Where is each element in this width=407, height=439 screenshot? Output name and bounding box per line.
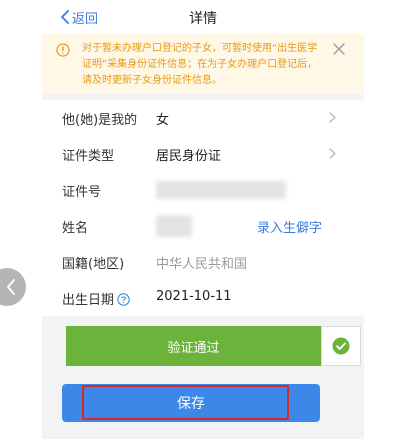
- nationality-label: 国籍(地区): [62, 257, 125, 272]
- birth-date-row[interactable]: 出生日期 2021-10-11: [42, 280, 364, 316]
- app-screen: 返回 详情 对于暂未办理户口登记的子女，可暂时使用“出生医学证明”采集身份证件信…: [42, 0, 364, 439]
- name-row[interactable]: 姓名 录入生僻字: [42, 208, 364, 244]
- name-redacted: [156, 215, 192, 237]
- notice-text: 对于暂未办理户口登记的子女，可暂时使用“出生医学证明”采集身份证件信息；在为子女…: [82, 43, 318, 86]
- verify-status-bar: 验证通过: [66, 326, 321, 366]
- relation-row[interactable]: 他(她)是我的 女: [42, 100, 364, 136]
- birth-date-label-group: 出生日期: [62, 289, 130, 308]
- save-button[interactable]: 保存: [62, 384, 320, 422]
- chevron-left-icon: [7, 279, 15, 295]
- id-type-label: 证件类型: [62, 149, 115, 164]
- id-type-row[interactable]: 证件类型 居民身份证: [42, 136, 364, 172]
- navigation-bar: 返回 详情: [42, 0, 364, 35]
- id-number-redacted: [156, 181, 286, 199]
- name-label: 姓名: [62, 221, 89, 236]
- enter-rare-character-link[interactable]: 录入生僻字: [257, 217, 322, 236]
- nationality-row: 国籍(地区) 中华人民共和国: [42, 244, 364, 280]
- side-nav-button[interactable]: [0, 268, 26, 306]
- verify-status-label: 验证通过: [167, 340, 220, 356]
- check-circle-icon: [332, 337, 350, 355]
- chevron-right-icon: [329, 112, 336, 123]
- id-number-label: 证件号: [62, 185, 102, 200]
- page-title: 详情: [189, 11, 217, 27]
- chevron-right-icon: [329, 148, 336, 159]
- verify-check-box: [321, 326, 361, 366]
- notice-banner: 对于暂未办理户口登记的子女，可暂时使用“出生医学证明”采集身份证件信息；在为子女…: [42, 34, 364, 94]
- id-number-row[interactable]: 证件号: [42, 172, 364, 208]
- nationality-value: 中华人民共和国: [156, 257, 248, 272]
- relation-value: 女: [156, 113, 170, 128]
- birth-date-value: 2021-10-11: [156, 289, 232, 304]
- info-circle-icon: [56, 43, 70, 57]
- close-icon[interactable]: [332, 42, 346, 56]
- question-circle-icon[interactable]: [117, 293, 130, 306]
- info-form: 他(她)是我的 女 证件类型 居民身份证 证件号 姓名 录入生僻字 国籍(地区)…: [42, 100, 364, 316]
- birth-date-label: 出生日期: [62, 293, 115, 308]
- id-type-value: 居民身份证: [156, 149, 222, 164]
- save-label: 保存: [177, 396, 205, 412]
- relation-label: 他(她)是我的: [62, 113, 138, 128]
